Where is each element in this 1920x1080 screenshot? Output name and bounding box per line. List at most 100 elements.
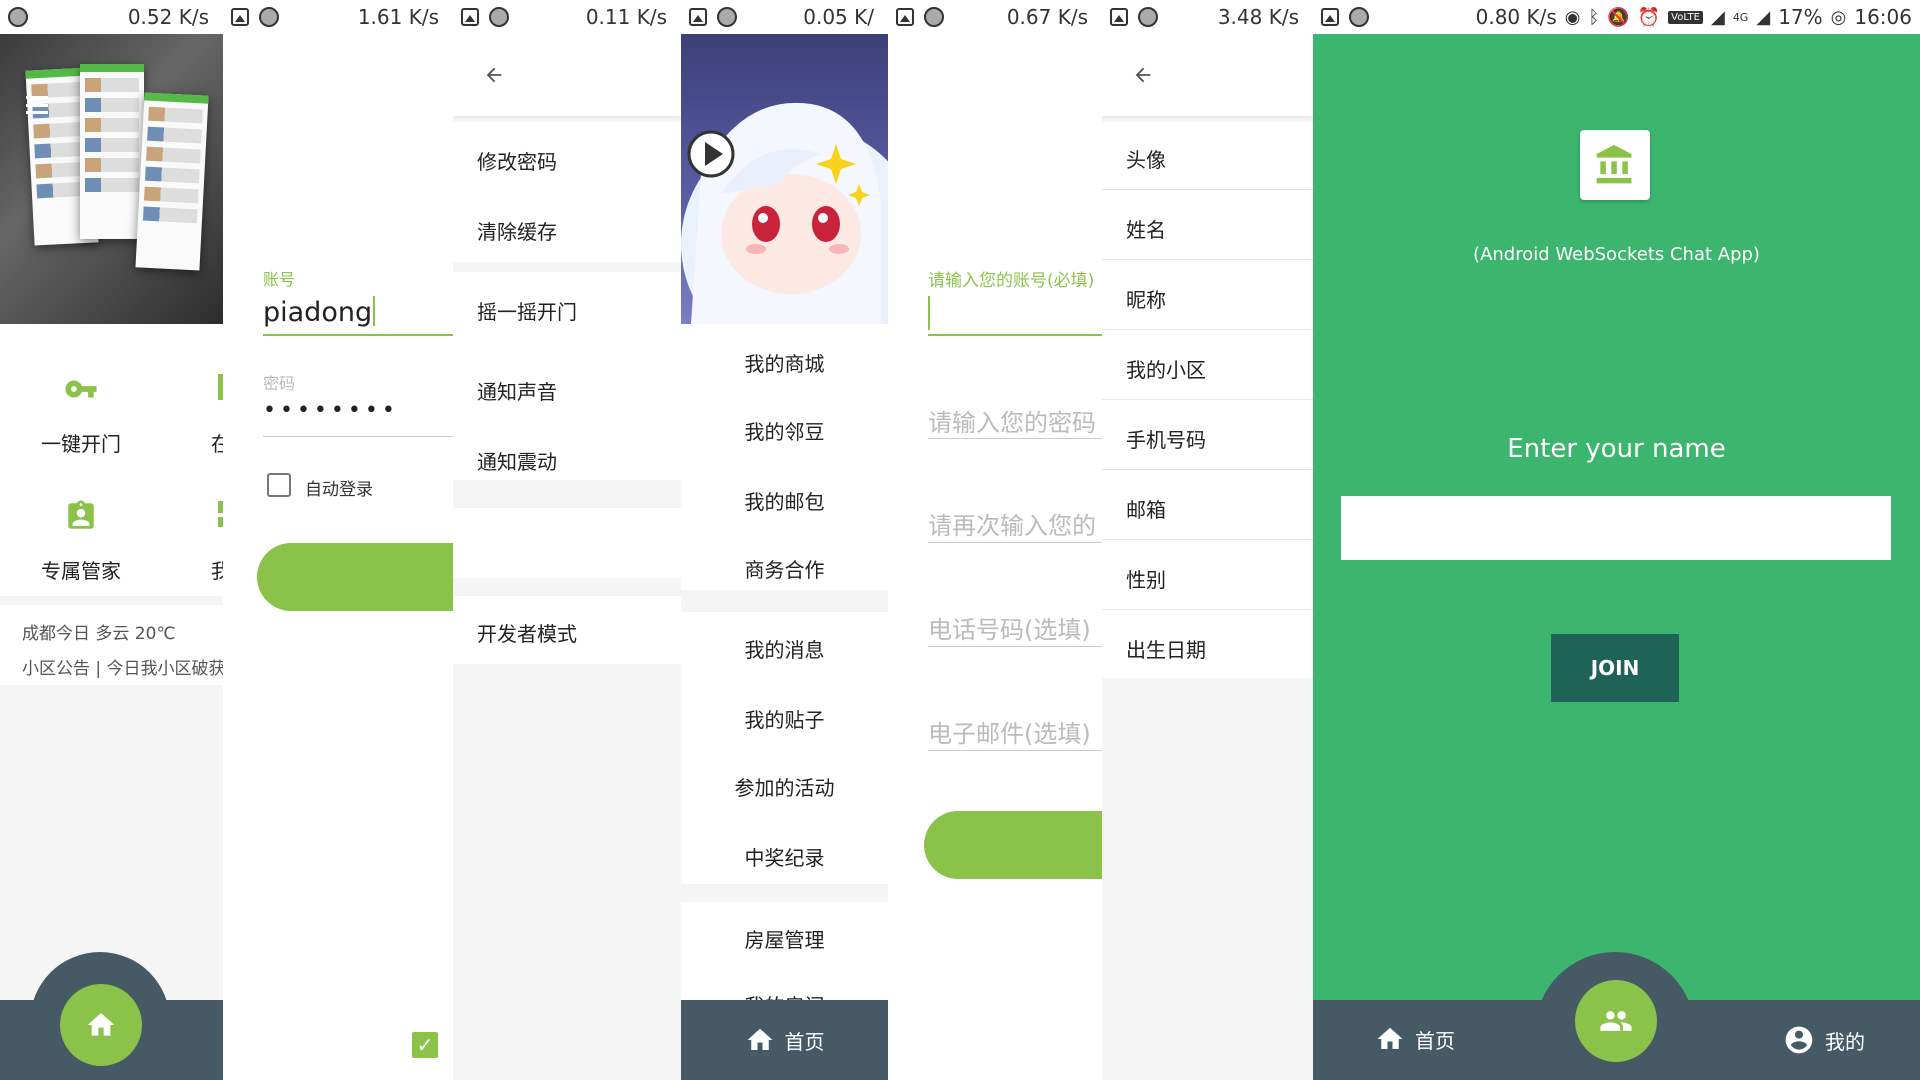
settings-item-developer-mode[interactable]: 开发者模式	[477, 618, 577, 647]
nav-home-label: 首页	[784, 1029, 825, 1054]
alarm-icon: ⏰	[1637, 6, 1661, 28]
name-prompt: Enter your name	[1507, 434, 1726, 464]
profile-item-birthday[interactable]: 出生日期	[1126, 634, 1206, 663]
profile-item-phone[interactable]: 手机号码	[1126, 424, 1206, 453]
network-speed: 0.80 K/s	[1475, 5, 1557, 29]
chat-fab-button[interactable]	[1575, 980, 1657, 1062]
image-icon	[1110, 8, 1128, 26]
profile-item-name[interactable]: 姓名	[1126, 214, 1166, 243]
divider	[1102, 189, 1313, 190]
grid-item-butler[interactable]: 专属管家	[26, 499, 136, 584]
account-label: 账号	[263, 270, 296, 289]
back-arrow-icon[interactable]	[1130, 64, 1156, 86]
password-input[interactable]: ••••••••	[263, 398, 399, 423]
group-icon	[1600, 1011, 1632, 1031]
image-icon	[689, 8, 707, 26]
grid-item-label: 我的	[211, 559, 223, 583]
volte-badge: VoLTE	[1668, 10, 1703, 24]
status-bar: 0.67 K/s	[888, 0, 1102, 34]
drawer-item-business[interactable]: 商务合作	[681, 554, 888, 583]
join-button[interactable]: JOIN	[1551, 634, 1679, 702]
drawer-item-beans[interactable]: 我的邻豆	[681, 416, 888, 445]
home-fab-button[interactable]	[60, 984, 142, 1066]
status-bar: 3.48 K/s	[1102, 0, 1313, 34]
profile-item-gender[interactable]: 性别	[1126, 564, 1166, 593]
check-icon[interactable]: ✓	[412, 1032, 438, 1058]
clock: 16:06	[1854, 5, 1912, 29]
circle-icon	[1349, 7, 1369, 27]
email-underline	[928, 750, 1102, 751]
nav-mine[interactable]: 我的	[1783, 1024, 1865, 1056]
auto-login-checkbox[interactable]	[267, 473, 291, 497]
bluetooth-icon: ᛒ	[1588, 6, 1600, 28]
network-speed: 0.05 K/	[803, 5, 874, 29]
grid-item-open-door[interactable]: 一键开门	[26, 372, 136, 457]
battery-icon: ◎	[1830, 6, 1847, 28]
back-arrow-icon[interactable]	[481, 64, 507, 86]
status-bar: 0.11 K/s	[453, 0, 681, 34]
name-input[interactable]	[1341, 496, 1891, 560]
grid-item-label: 一键开门	[41, 432, 121, 456]
settings-item-shake-open[interactable]: 摇一摇开门	[477, 296, 577, 325]
bank-icon	[1580, 130, 1650, 200]
weather-text: 成都今日 多云 20℃	[22, 624, 176, 644]
circle-icon	[259, 7, 279, 27]
anime-character-illustration	[681, 102, 888, 324]
circle-icon	[1138, 7, 1158, 27]
settings-section: 修改密码 清除缓存	[453, 122, 681, 262]
settings-item-clear-cache[interactable]: 清除缓存	[477, 216, 557, 245]
divider	[1102, 609, 1313, 610]
drawer-screen: 0.05 K/ 我的商城 我的邻豆 我的邮包 商务合作 我的消息 我的贴子 参加…	[681, 0, 888, 1080]
password-label: 密码	[263, 374, 296, 393]
drawer-item-posts[interactable]: 我的贴子	[681, 704, 888, 733]
menu-icon[interactable]	[26, 96, 48, 114]
divider	[1102, 469, 1313, 470]
key-icon	[26, 372, 136, 406]
drawer-item-messages[interactable]: 我的消息	[681, 634, 888, 663]
signal-icon: ◢	[1710, 6, 1725, 28]
account-input[interactable]: piadong	[263, 296, 376, 328]
banner-image[interactable]	[0, 34, 223, 324]
green-tile-icon	[176, 499, 223, 533]
status-bar: 0.80 K/s ◉ ᛒ 🔕 ⏰ VoLTE ◢ 4G ◢ 17% ◎ 16:0…	[1313, 0, 1920, 34]
avatar-header-image[interactable]	[681, 34, 888, 324]
drawer-item-mall[interactable]: 我的商城	[681, 348, 888, 377]
bottom-nav[interactable]: 首页	[681, 1000, 888, 1080]
nav-home[interactable]: 首页	[1375, 1024, 1455, 1054]
image-icon	[896, 8, 914, 26]
password-input[interactable]: 请输入您的密码	[928, 403, 1096, 438]
network-type: 4G	[1732, 10, 1749, 24]
app-subtitle: (Android WebSockets Chat App)	[1473, 244, 1760, 265]
password-confirm-underline	[928, 542, 1102, 543]
profile-item-nickname[interactable]: 昵称	[1126, 284, 1166, 313]
settings-item-change-password[interactable]: 修改密码	[477, 146, 557, 175]
image-icon	[461, 8, 479, 26]
network-speed: 0.67 K/s	[1006, 5, 1088, 29]
profile-item-avatar[interactable]: 头像	[1126, 144, 1166, 173]
drawer-item-parcel[interactable]: 我的邮包	[681, 486, 888, 515]
notice-text[interactable]: 小区公告 | 今日我小区破获	[22, 654, 223, 679]
account-input[interactable]	[928, 334, 1102, 336]
register-screen: 0.67 K/s 请输入您的账号(必填) 请输入您的密码 请再次输入您的 电话号…	[888, 0, 1102, 1080]
drawer-item-prizes[interactable]: 中奖纪录	[681, 842, 888, 871]
phone-input[interactable]: 电话号码(选填)	[928, 610, 1091, 645]
home-icon	[87, 1013, 115, 1036]
circle-icon	[924, 7, 944, 27]
home-screen: 0.52 K/s 一键开门 在线 专属管家 我的 成都今日 多云	[0, 0, 223, 1080]
register-button[interactable]	[924, 811, 1102, 879]
login-button[interactable]	[257, 543, 453, 611]
drawer-item-activities[interactable]: 参加的活动	[681, 772, 888, 801]
settings-item-notify-sound[interactable]: 通知声音	[477, 376, 557, 405]
settings-item-notify-vibrate[interactable]: 通知震动	[477, 446, 557, 475]
grid-item-mine[interactable]: 我的	[176, 499, 223, 584]
password-confirm-input[interactable]: 请再次输入您的	[928, 506, 1096, 541]
profile-item-community[interactable]: 我的小区	[1126, 354, 1206, 383]
profile-item-email[interactable]: 邮箱	[1126, 494, 1166, 523]
feature-grid: 一键开门 在线 专属管家 我的	[0, 324, 223, 596]
email-input[interactable]: 电子邮件(选填)	[928, 714, 1091, 749]
grid-item-online[interactable]: 在线	[176, 372, 223, 457]
grid-item-label: 专属管家	[41, 559, 121, 583]
text-cursor	[928, 296, 930, 330]
nav-home-label: 首页	[1415, 1028, 1455, 1053]
drawer-item-house[interactable]: 房屋管理	[681, 924, 888, 953]
